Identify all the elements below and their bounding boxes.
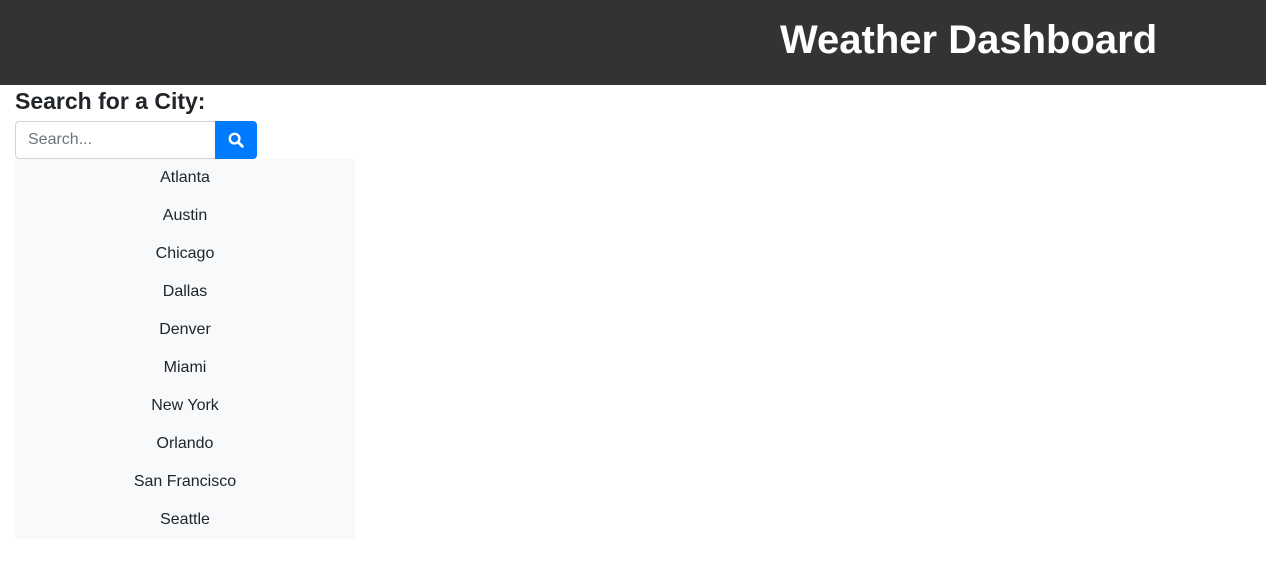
city-search-input[interactable] (15, 121, 215, 159)
search-icon (228, 132, 244, 148)
city-item-orlando[interactable]: Orlando (15, 425, 355, 463)
city-item-seattle[interactable]: Seattle (15, 501, 355, 539)
city-item-atlanta[interactable]: Atlanta (15, 159, 355, 197)
city-item-new-york[interactable]: New York (15, 387, 355, 425)
top-header: Weather Dashboard (0, 0, 1266, 85)
city-item-austin[interactable]: Austin (15, 197, 355, 235)
city-item-denver[interactable]: Denver (15, 311, 355, 349)
search-history-list: Atlanta Austin Chicago Dallas Denver Mia… (15, 159, 355, 539)
city-item-dallas[interactable]: Dallas (15, 273, 355, 311)
search-button[interactable] (215, 121, 257, 159)
search-heading: Search for a City: (15, 88, 206, 114)
city-item-chicago[interactable]: Chicago (15, 235, 355, 273)
city-item-miami[interactable]: Miami (15, 349, 355, 387)
city-item-san-francisco[interactable]: San Francisco (15, 463, 355, 501)
page-title: Weather Dashboard (780, 18, 1158, 62)
